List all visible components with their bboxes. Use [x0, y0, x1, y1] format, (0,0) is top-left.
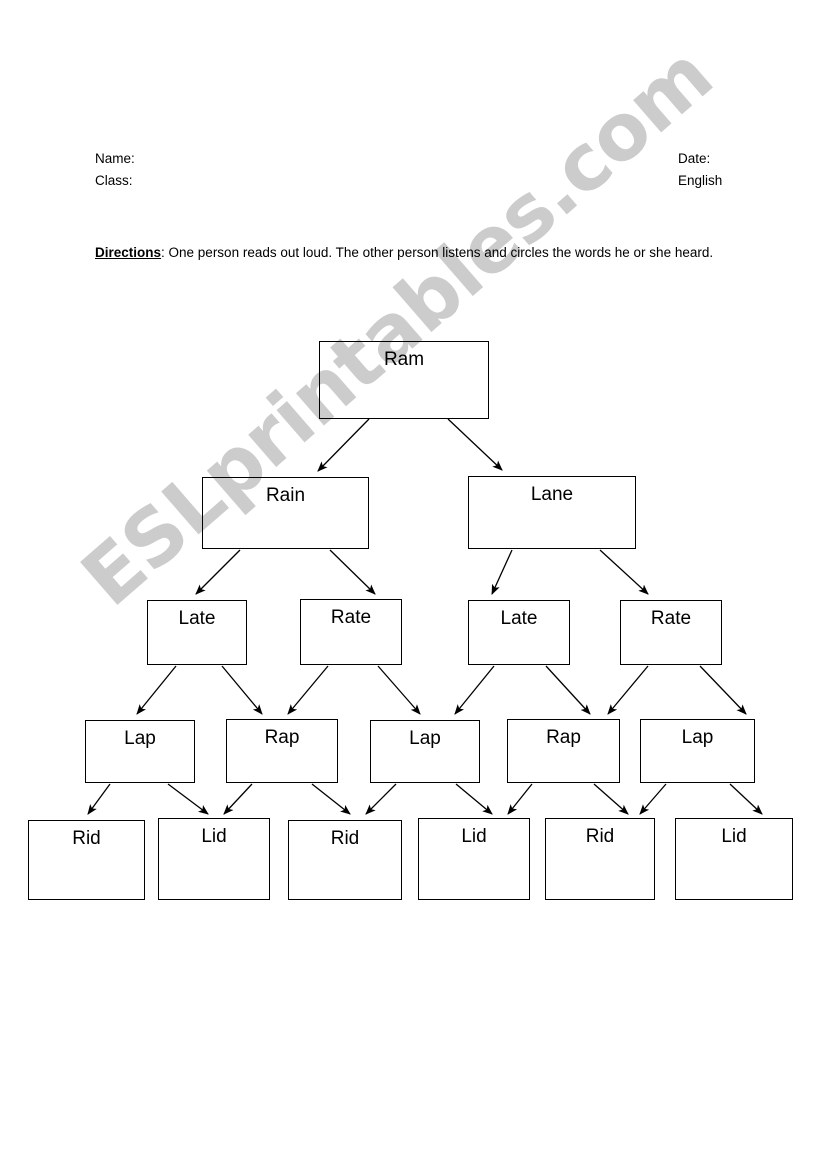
word-box[interactable]: Rate: [620, 600, 722, 665]
word-box[interactable]: Rid: [28, 820, 145, 900]
word-box-label: Lid: [461, 826, 487, 847]
word-box-label: Rap: [546, 727, 581, 748]
date-label: Date:: [678, 151, 711, 166]
word-box[interactable]: Lid: [418, 818, 530, 900]
word-box-label: Late: [500, 608, 538, 629]
class-label: Class:: [95, 173, 133, 188]
word-box-label: Lid: [721, 826, 747, 847]
word-box[interactable]: Lid: [158, 818, 270, 900]
word-box-label: Rid: [72, 828, 101, 849]
word-box-label: Rate: [650, 608, 692, 629]
word-box[interactable]: Late: [468, 600, 570, 665]
word-box[interactable]: Lap: [370, 720, 480, 783]
word-box-label: Rate: [330, 607, 372, 628]
word-box-label: Lane: [530, 484, 574, 505]
word-box[interactable]: Lap: [85, 720, 195, 783]
directions-label: Directions: [95, 245, 162, 260]
word-box-label: Lid: [201, 826, 227, 847]
word-box-label: Lap: [124, 728, 156, 749]
word-box[interactable]: Rid: [288, 820, 402, 900]
word-box-label: Rap: [264, 727, 300, 748]
worksheet-page: ESLprintables.com Name: Class: Date: Eng…: [0, 0, 821, 1169]
directions-text: : One person reads out loud. The other p…: [161, 245, 714, 260]
word-box[interactable]: Rain: [202, 477, 369, 549]
word-box[interactable]: Late: [147, 600, 247, 665]
directions-block: Directions: One person reads out loud. T…: [95, 242, 745, 263]
word-box[interactable]: Lap: [640, 719, 755, 783]
subject-value: English: [678, 173, 723, 188]
word-box-label: Lap: [681, 727, 714, 748]
word-box-label: Rid: [330, 828, 360, 849]
word-box[interactable]: Ram: [319, 341, 489, 419]
name-label: Name:: [95, 151, 135, 166]
word-box-label: Rid: [585, 826, 615, 847]
word-box[interactable]: Rap: [226, 719, 338, 783]
word-box[interactable]: Lid: [675, 818, 793, 900]
word-box-label: Late: [178, 608, 216, 629]
word-box[interactable]: Rap: [507, 719, 620, 783]
word-box-label: Rain: [265, 485, 306, 506]
word-box-label: Ram: [383, 349, 425, 370]
word-box-label: Lap: [409, 728, 441, 749]
word-box[interactable]: Lane: [468, 476, 636, 549]
word-box[interactable]: Rid: [545, 818, 655, 900]
word-box[interactable]: Rate: [300, 599, 402, 665]
